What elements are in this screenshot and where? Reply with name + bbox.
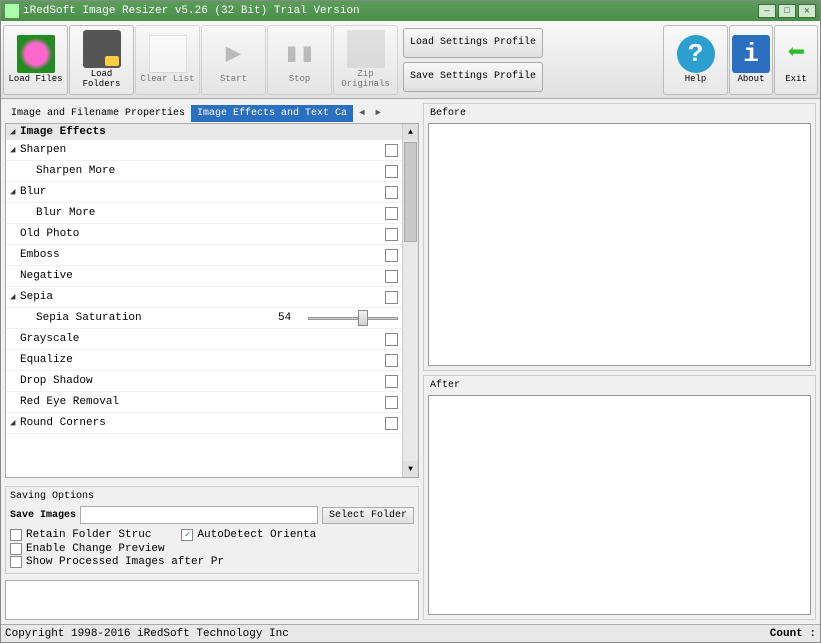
tab-strip: Image and Filename Properties Image Effe… bbox=[5, 103, 419, 123]
effect-grayscale[interactable]: Grayscale bbox=[6, 329, 402, 350]
statusbar: Copyright 1998-2016 iRedSoft Technology … bbox=[1, 624, 820, 642]
scroll-thumb[interactable] bbox=[404, 142, 417, 242]
tab-image-effects[interactable]: Image Effects and Text Ca bbox=[191, 105, 353, 122]
caret-icon: ◢ bbox=[10, 127, 20, 137]
stop-button[interactable]: ▮▮ Stop bbox=[267, 25, 332, 95]
checkbox[interactable] bbox=[385, 291, 398, 304]
clear-icon bbox=[149, 35, 187, 73]
folder-icon bbox=[83, 30, 121, 68]
left-panel: Image and Filename Properties Image Effe… bbox=[5, 103, 419, 620]
pause-icon: ▮▮ bbox=[281, 35, 319, 73]
app-icon bbox=[5, 4, 19, 18]
scroll-down-icon[interactable]: ▼ bbox=[403, 461, 418, 477]
toolbar: Load Files Load Folders Clear List ▶ Sta… bbox=[1, 21, 820, 99]
checkbox[interactable] bbox=[385, 249, 398, 262]
help-button[interactable]: ? Help bbox=[663, 25, 728, 95]
exit-button[interactable]: ⬅ Exit bbox=[774, 25, 818, 95]
effect-blur-more[interactable]: Blur More bbox=[6, 203, 402, 224]
effect-drop-shadow[interactable]: Drop Shadow bbox=[6, 371, 402, 392]
effect-sepia[interactable]: ◢Sepia bbox=[6, 287, 402, 308]
enable-preview-checkbox[interactable] bbox=[10, 543, 22, 555]
after-section: After bbox=[423, 375, 816, 620]
right-panel: Before After bbox=[423, 103, 816, 620]
main-window: iRedSoft Image Resizer v5.26 (32 Bit) Tr… bbox=[0, 0, 821, 643]
load-files-button[interactable]: Load Files bbox=[3, 25, 68, 95]
count-label: Count : bbox=[770, 628, 816, 640]
checkbox[interactable] bbox=[385, 375, 398, 388]
before-label: Before bbox=[426, 106, 813, 121]
play-icon: ▶ bbox=[215, 35, 253, 73]
effect-emboss[interactable]: Emboss bbox=[6, 245, 402, 266]
save-settings-button[interactable]: Save Settings Profile bbox=[403, 62, 543, 92]
sepia-slider[interactable] bbox=[308, 309, 398, 327]
saving-options: Saving Options Save Images Select Folder… bbox=[5, 486, 419, 574]
tab-image-filename[interactable]: Image and Filename Properties bbox=[5, 105, 191, 122]
checkbox[interactable] bbox=[385, 270, 398, 283]
info-icon: i bbox=[732, 35, 770, 73]
checkbox[interactable] bbox=[385, 396, 398, 409]
close-button[interactable]: ✕ bbox=[798, 4, 816, 18]
effect-blur[interactable]: ◢Blur bbox=[6, 182, 402, 203]
load-settings-button[interactable]: Load Settings Profile bbox=[403, 28, 543, 58]
effect-red-eye[interactable]: Red Eye Removal bbox=[6, 392, 402, 413]
start-button[interactable]: ▶ Start bbox=[201, 25, 266, 95]
autodetect-checkbox[interactable] bbox=[181, 529, 193, 541]
show-processed-checkbox[interactable] bbox=[10, 556, 22, 568]
load-folders-button[interactable]: Load Folders bbox=[69, 25, 134, 95]
checkbox[interactable] bbox=[385, 207, 398, 220]
effect-sharpen[interactable]: ◢Sharpen bbox=[6, 140, 402, 161]
effects-header[interactable]: ◢ Image Effects bbox=[6, 124, 402, 140]
checkbox[interactable] bbox=[385, 417, 398, 430]
zip-icon bbox=[347, 30, 385, 68]
after-label: After bbox=[426, 378, 813, 393]
effect-equalize[interactable]: Equalize bbox=[6, 350, 402, 371]
checkbox[interactable] bbox=[385, 144, 398, 157]
select-folder-button[interactable]: Select Folder bbox=[322, 507, 414, 524]
effect-sharpen-more[interactable]: Sharpen More bbox=[6, 161, 402, 182]
save-images-label: Save Images bbox=[10, 510, 76, 521]
scroll-up-icon[interactable]: ▲ bbox=[403, 124, 418, 140]
effect-negative[interactable]: Negative bbox=[6, 266, 402, 287]
flower-icon bbox=[17, 35, 55, 73]
effects-list: ◢ Image Effects ◢Sharpen Sharpen More ◢B… bbox=[6, 124, 402, 477]
after-preview bbox=[428, 395, 811, 615]
copyright-text: Copyright 1998-2016 iRedSoft Technology … bbox=[5, 628, 770, 640]
effect-round-corners[interactable]: ◢Round Corners bbox=[6, 413, 402, 434]
tab-next-icon[interactable]: ► bbox=[371, 106, 385, 120]
bottom-list bbox=[5, 580, 419, 620]
save-path-input[interactable] bbox=[80, 506, 318, 524]
maximize-button[interactable]: □ bbox=[778, 4, 796, 18]
checkbox[interactable] bbox=[385, 333, 398, 346]
help-icon: ? bbox=[677, 35, 715, 73]
window-title: iRedSoft Image Resizer v5.26 (32 Bit) Tr… bbox=[23, 5, 758, 17]
saving-title: Saving Options bbox=[10, 491, 414, 502]
tab-prev-icon[interactable]: ◄ bbox=[355, 106, 369, 120]
clear-list-button[interactable]: Clear List bbox=[135, 25, 200, 95]
window-controls: — □ ✕ bbox=[758, 4, 816, 18]
checkbox[interactable] bbox=[385, 354, 398, 367]
effect-sepia-saturation[interactable]: Sepia Saturation54 bbox=[6, 308, 402, 329]
before-preview bbox=[428, 123, 811, 366]
zip-originals-button[interactable]: Zip Originals bbox=[333, 25, 398, 95]
effects-panel: ◢ Image Effects ◢Sharpen Sharpen More ◢B… bbox=[5, 123, 419, 478]
retain-folder-checkbox[interactable] bbox=[10, 529, 22, 541]
exit-arrow-icon: ⬅ bbox=[777, 35, 815, 73]
checkbox[interactable] bbox=[385, 165, 398, 178]
checkbox[interactable] bbox=[385, 186, 398, 199]
main-area: Image and Filename Properties Image Effe… bbox=[1, 99, 820, 624]
titlebar: iRedSoft Image Resizer v5.26 (32 Bit) Tr… bbox=[1, 1, 820, 21]
vertical-scrollbar[interactable]: ▲ ▼ bbox=[402, 124, 418, 477]
about-button[interactable]: i About bbox=[729, 25, 773, 95]
effect-old-photo[interactable]: Old Photo bbox=[6, 224, 402, 245]
slider-thumb[interactable] bbox=[358, 310, 368, 326]
before-section: Before bbox=[423, 103, 816, 371]
checkbox[interactable] bbox=[385, 228, 398, 241]
minimize-button[interactable]: — bbox=[758, 4, 776, 18]
